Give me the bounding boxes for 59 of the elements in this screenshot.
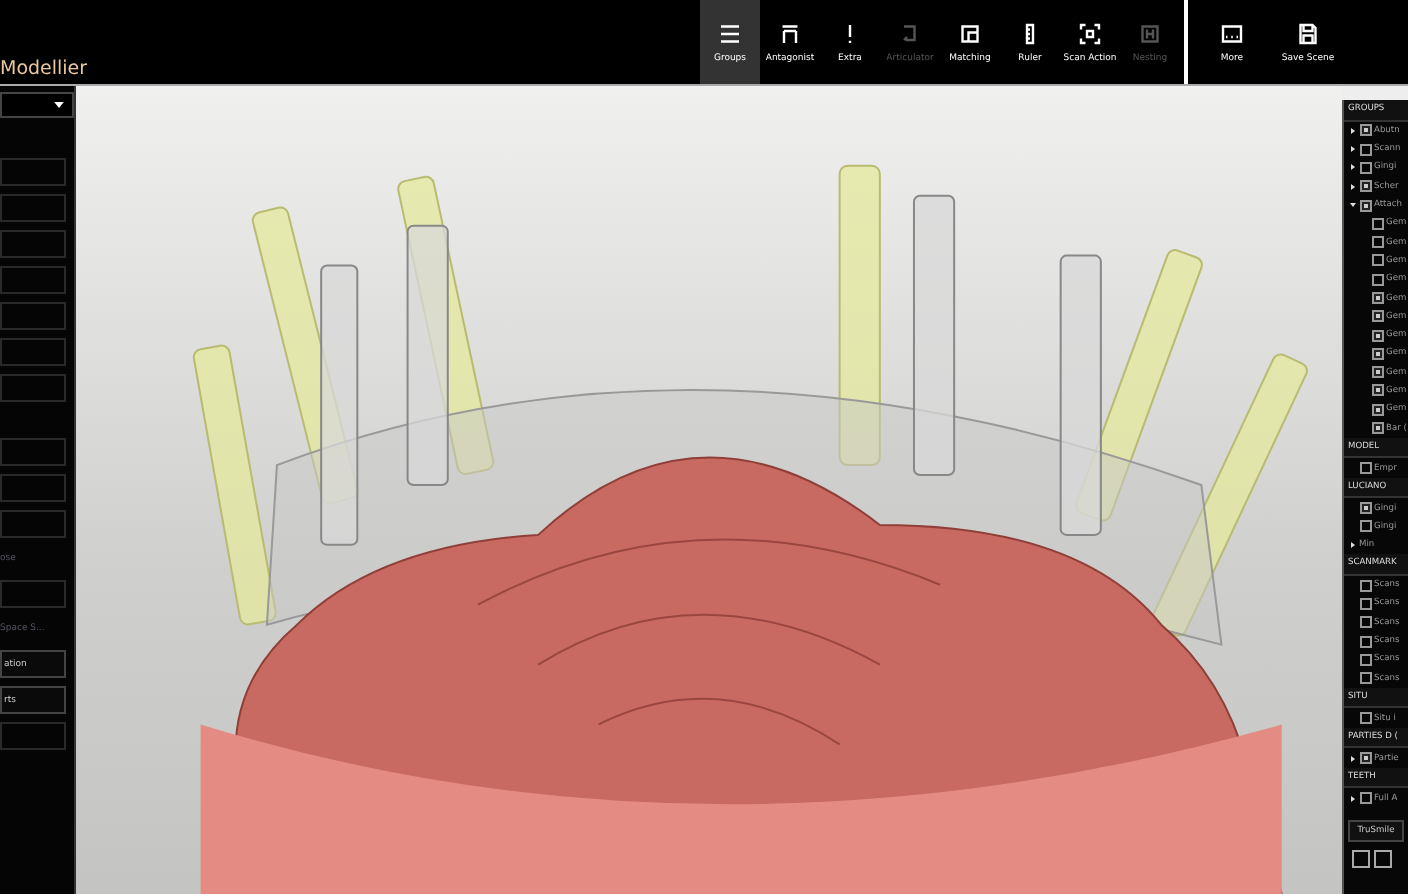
checkbox[interactable] <box>1371 422 1383 435</box>
matching-icon <box>958 21 982 45</box>
checkbox[interactable] <box>1359 792 1371 805</box>
checkbox[interactable] <box>1371 254 1383 267</box>
checkbox[interactable] <box>1359 672 1371 685</box>
expand-arrow-icon[interactable] <box>1350 164 1356 171</box>
input-field[interactable] <box>0 266 66 294</box>
app-title: Modellier <box>0 58 90 80</box>
more-icon <box>1220 21 1244 45</box>
input-field[interactable] <box>0 438 66 466</box>
save-icon <box>1296 21 1320 45</box>
expand-arrow-icon[interactable] <box>1350 183 1356 190</box>
nesting-icon <box>1138 21 1162 45</box>
checkbox[interactable] <box>1359 502 1371 515</box>
menu-icon <box>718 21 742 45</box>
checkbox[interactable] <box>1371 347 1383 360</box>
expand-arrow-icon[interactable] <box>1350 542 1356 549</box>
input-field[interactable] <box>0 338 66 366</box>
input-field[interactable] <box>0 230 66 258</box>
checkbox[interactable] <box>1359 161 1371 174</box>
input-field[interactable] <box>0 722 66 750</box>
checkbox[interactable] <box>1371 273 1383 286</box>
checkbox[interactable] <box>1359 143 1371 156</box>
input-field[interactable] <box>0 510 66 538</box>
scan-icon <box>1078 21 1102 45</box>
checkbox[interactable] <box>1371 329 1383 342</box>
checkbox[interactable] <box>1359 712 1371 725</box>
checkbox[interactable] <box>1359 635 1371 648</box>
checkbox[interactable] <box>1371 217 1383 230</box>
checkbox[interactable] <box>1359 597 1371 610</box>
checkbox[interactable] <box>1371 403 1383 416</box>
checkbox[interactable] <box>1371 366 1383 379</box>
input-field[interactable] <box>0 194 66 222</box>
input-field[interactable] <box>0 474 66 502</box>
checkbox[interactable] <box>1359 579 1371 592</box>
checkbox[interactable] <box>1371 292 1383 304</box>
checkbox[interactable] <box>1359 462 1371 475</box>
expand-arrow-icon[interactable] <box>1350 127 1356 134</box>
checkbox[interactable] <box>1371 384 1383 397</box>
articulator-icon <box>898 21 922 45</box>
input-field[interactable] <box>0 374 66 402</box>
checkbox[interactable] <box>1359 653 1371 666</box>
checkbox[interactable] <box>1359 752 1371 765</box>
checkbox[interactable] <box>1371 236 1383 249</box>
checkbox[interactable] <box>1359 180 1371 193</box>
caret-icon <box>54 102 64 108</box>
checkbox[interactable] <box>1359 199 1371 212</box>
antagonist-icon <box>778 21 802 45</box>
expand-arrow-icon[interactable] <box>1350 795 1356 802</box>
input-field[interactable] <box>0 302 66 330</box>
checkbox[interactable] <box>1359 124 1371 137</box>
checkbox[interactable] <box>1359 616 1371 629</box>
expand-arrow-icon[interactable] <box>1350 146 1356 153</box>
checkbox[interactable] <box>1371 310 1383 323</box>
checkbox[interactable] <box>1359 520 1371 533</box>
input-field[interactable] <box>0 158 66 186</box>
expand-arrow-icon[interactable] <box>1350 202 1356 209</box>
input-field[interactable] <box>0 580 66 608</box>
expand-arrow-icon[interactable] <box>1350 755 1356 762</box>
